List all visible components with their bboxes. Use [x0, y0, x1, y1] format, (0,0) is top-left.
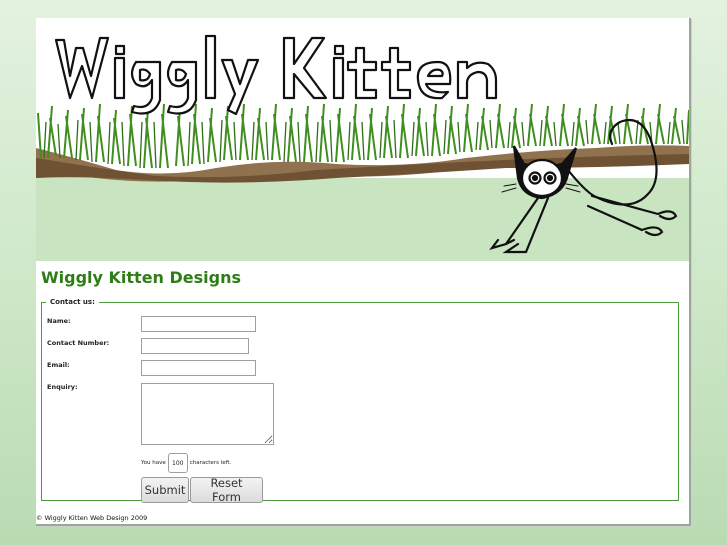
- characters-left-field: 100: [167, 453, 188, 473]
- enquiry-textarea[interactable]: [141, 383, 274, 445]
- banner-illustration: [36, 34, 689, 261]
- counter-suffix: characters left.: [189, 460, 232, 466]
- character-counter: You have 100 characters left.: [141, 453, 231, 473]
- page-title: Wiggly Kitten Designs: [41, 268, 242, 287]
- page-container: Wiggly Kitten Designs Contact us: Name: …: [36, 18, 691, 526]
- name-label: Name:: [47, 317, 71, 325]
- contact-number-label: Contact Number:: [47, 339, 110, 347]
- footer-copyright: © Wiggly Kitten Web Design 2009: [36, 514, 148, 522]
- header-banner: [36, 18, 689, 261]
- enquiry-label: Enquiry:: [47, 383, 78, 391]
- email-input[interactable]: [141, 360, 256, 376]
- name-input[interactable]: [141, 316, 256, 332]
- submit-button[interactable]: Submit: [141, 477, 189, 503]
- contact-form-legend: Contact us:: [50, 298, 95, 306]
- contact-form: Contact us: Name: Contact Number: Email:…: [41, 298, 679, 504]
- email-label: Email:: [47, 361, 70, 369]
- contact-number-input[interactable]: [141, 338, 249, 354]
- reset-form-button[interactable]: Reset Form: [190, 476, 263, 504]
- logo-lettering: [54, 34, 498, 116]
- counter-prefix: You have: [141, 460, 166, 466]
